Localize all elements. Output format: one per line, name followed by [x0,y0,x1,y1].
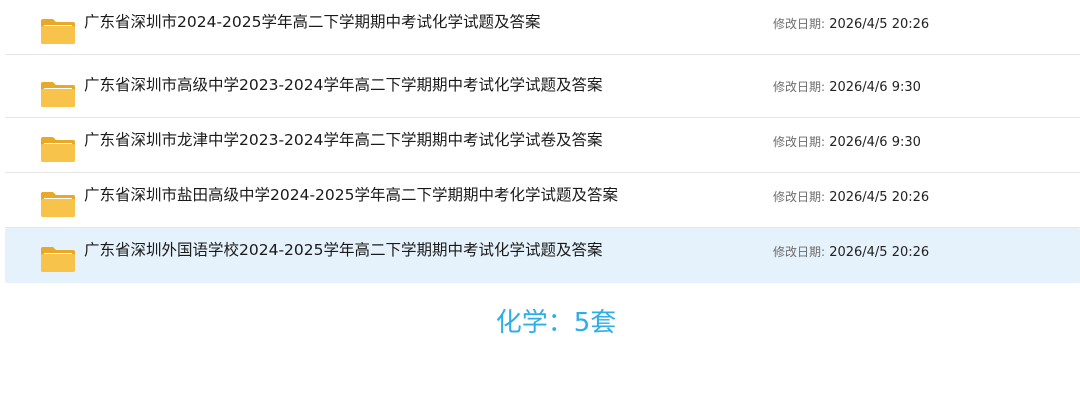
file-name: 广东省深圳市2024-2025学年高二下学期期中考试化学试题及答案 [84,13,541,31]
file-row-selected[interactable]: 广东省深圳外国语学校2024-2025学年高二下学期期中考试化学试题及答案 修改… [5,228,1080,283]
date-label: 修改日期: [773,245,826,259]
folder-icon [41,247,75,272]
file-name: 广东省深圳市盐田高级中学2024-2025学年高二下学期期中考化学试题及答案 [84,186,618,204]
file-row[interactable]: 广东省深圳市高级中学2023-2024学年高二下学期期中考试化学试题及答案 修改… [5,63,1080,118]
date-value: 2026/4/6 9:30 [829,135,921,150]
modified-date: 修改日期: 2026/4/6 9:30 [773,78,921,95]
modified-date: 修改日期: 2026/4/6 9:30 [773,133,921,150]
modified-date: 修改日期: 2026/4/5 20:26 [773,243,929,260]
folder-icon [41,192,75,217]
modified-date: 修改日期: 2026/4/5 20:26 [773,188,929,205]
file-name: 广东省深圳市高级中学2023-2024学年高二下学期期中考试化学试题及答案 [84,76,603,94]
date-label: 修改日期: [773,17,826,31]
file-name: 广东省深圳市龙津中学2023-2024学年高二下学期期中考试化学试卷及答案 [84,131,603,149]
date-label: 修改日期: [773,80,826,94]
date-label: 修改日期: [773,135,826,149]
summary-count: 化学：5套 [495,308,617,338]
folder-icon [41,137,75,162]
folder-icon [41,19,75,44]
date-value: 2026/4/6 9:30 [829,80,921,95]
file-row[interactable]: 广东省深圳市龙津中学2023-2024学年高二下学期期中考试化学试卷及答案 修改… [5,118,1080,173]
date-value: 2026/4/5 20:26 [829,190,930,205]
file-row[interactable]: 广东省深圳市盐田高级中学2024-2025学年高二下学期期中考化学试题及答案 修… [5,173,1080,228]
file-row[interactable]: 广东省深圳市2024-2025学年高二下学期期中考试化学试题及答案 修改日期: … [5,0,1080,55]
modified-date: 修改日期: 2026/4/5 20:26 [773,15,929,32]
date-value: 2026/4/5 20:26 [829,245,930,260]
date-label: 修改日期: [773,190,826,204]
folder-icon [41,82,75,107]
date-value: 2026/4/5 20:26 [829,17,930,32]
file-name: 广东省深圳外国语学校2024-2025学年高二下学期期中考试化学试题及答案 [84,241,603,259]
